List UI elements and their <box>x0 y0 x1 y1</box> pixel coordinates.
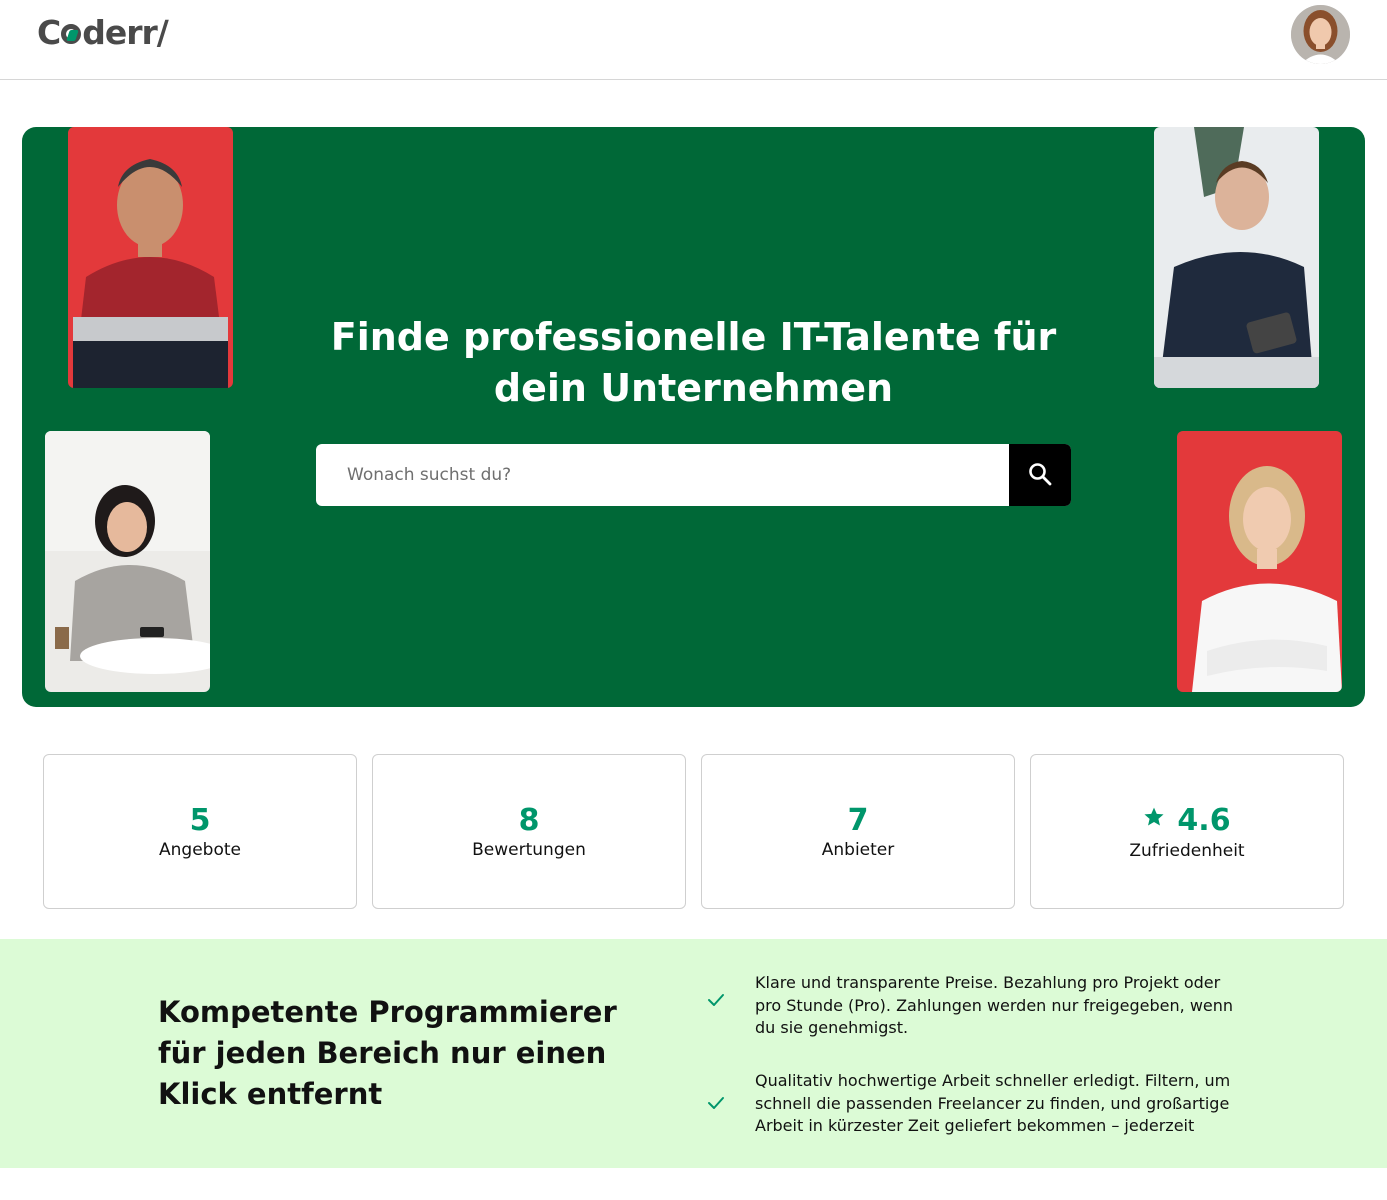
check-icon <box>707 992 725 1011</box>
stat-card-anbieter: 7 Anbieter <box>701 754 1015 909</box>
stat-card-zufriedenheit: 4.6 Zufriedenheit <box>1030 754 1344 909</box>
star-icon <box>1143 801 1165 837</box>
stat-label: Anbieter <box>821 840 895 860</box>
stat-value: 4.6 <box>1177 803 1231 838</box>
photo-woman-phone <box>45 431 210 692</box>
stat-label: Bewertungen <box>472 840 586 860</box>
hero-title: Finde professionelle IT-Talente für dein… <box>330 315 1057 410</box>
stat-value: 5 <box>189 803 211 838</box>
check-icon <box>707 1095 725 1114</box>
feature-text: Klare und transparente Preise. Bezahlung… <box>755 973 1234 1037</box>
stat-card-bewertungen: 8 Bewertungen <box>372 754 686 909</box>
stat-value-row: 4.6 <box>1031 803 1343 840</box>
search-button[interactable] <box>1009 444 1071 506</box>
features-title: Kompetente Programmierer für jeden Berei… <box>158 995 617 1111</box>
photo-man-tablet <box>1154 127 1319 388</box>
photo-man-sweater <box>68 127 233 388</box>
coderr-logo[interactable]: Cderr/ <box>37 12 169 52</box>
stat-label: Angebote <box>159 840 241 860</box>
stat-label: Zufriedenheit <box>1129 840 1245 861</box>
hero-banner: Finde professionelle IT-Talente für dein… <box>22 127 1365 707</box>
photo-woman-blonde <box>1177 431 1342 692</box>
top-header: Cderr/ <box>0 0 1387 80</box>
stat-card-angebote: 5 Angebote <box>43 754 357 909</box>
stat-value: 8 <box>518 803 540 838</box>
features-section: Kompetente Programmierer für jeden Berei… <box>0 939 1387 1168</box>
stat-value: 7 <box>847 803 869 838</box>
user-avatar[interactable] <box>1291 5 1350 64</box>
search-bar <box>316 444 1071 506</box>
search-icon <box>1028 462 1052 489</box>
feature-text: Qualitativ hochwertige Arbeit schneller … <box>755 1071 1231 1135</box>
search-input[interactable] <box>316 444 1008 506</box>
